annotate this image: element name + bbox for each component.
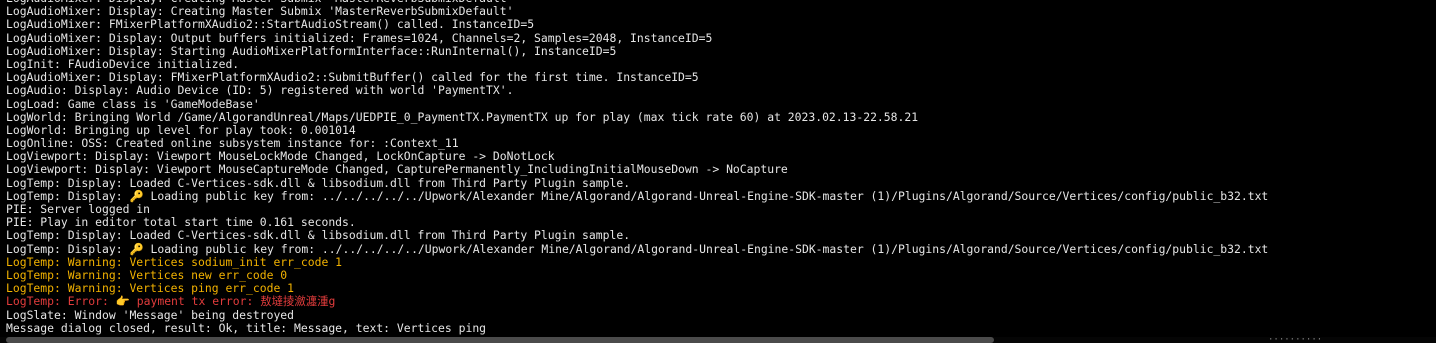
log-line-error: LogTemp: Error: 👉 payment tx error: 敖墶掕瀲…: [6, 294, 336, 309]
log-line-info: LogTemp: Display: Loaded C-Vertices-sdk.…: [6, 228, 631, 243]
log-line-info: LogTemp: Display: Loaded C-Vertices-sdk.…: [6, 175, 631, 190]
output-log-console: LogAudioMixer: Display: Creating Master …: [0, 0, 1436, 343]
log-line-info: LogAudioMixer: Display: Output buffers i…: [6, 30, 713, 45]
horizontal-scrollbar-track[interactable]: [0, 337, 1436, 343]
log-line-warning: LogTemp: Warning: Vertices sodium_init e…: [6, 254, 343, 269]
horizontal-scrollbar-thumb[interactable]: [6, 337, 994, 343]
log-line-info: LogTemp: Display: 🔑 Loading public key f…: [6, 188, 1269, 203]
log-line-info: LogSlate: Window 'Message' being destroy…: [6, 307, 295, 322]
log-line-info: LogLoad: Game class is 'GameModeBase': [6, 96, 260, 111]
log-line-info: LogWorld: Bringing World /Game/AlgorandU…: [6, 109, 919, 124]
corner-text: ··········: [1268, 335, 1323, 343]
log-line-info: LogTemp: Display: 🔑 Loading public key f…: [6, 241, 1269, 256]
log-lines: LogAudioMixer: Display: Creating Master …: [6, 0, 1436, 335]
log-line-info: LogAudio: Display: Audio Device (ID: 5) …: [6, 83, 514, 98]
log-line-info: LogAudioMixer: Display: Starting AudioMi…: [6, 43, 617, 58]
log-line-info: LogViewport: Display: Viewport MouseCapt…: [6, 162, 788, 177]
log-line-info: LogAudioMixer: FMixerPlatformXAudio2::St…: [6, 17, 535, 32]
